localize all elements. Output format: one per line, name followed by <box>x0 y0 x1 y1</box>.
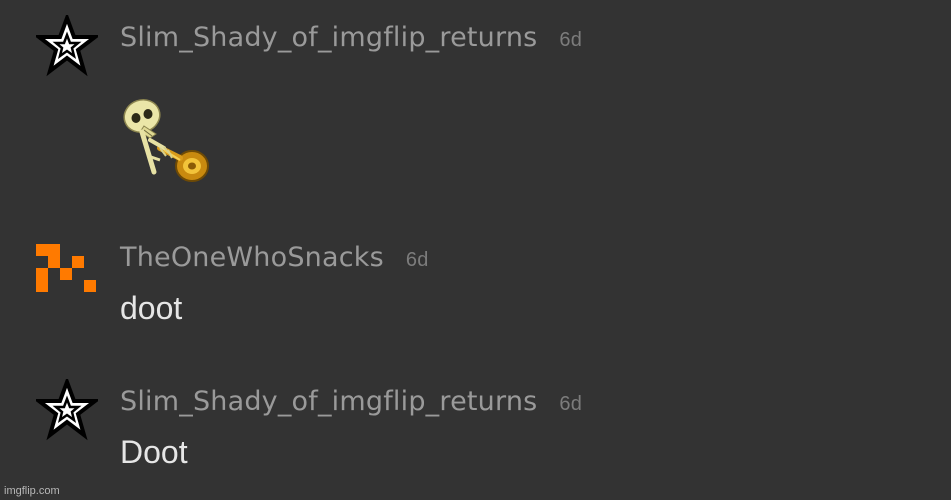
comment-timestamp: 6d <box>559 29 583 51</box>
doot-skeleton-trumpet-icon <box>120 90 220 190</box>
comment-text: Doot <box>120 434 188 470</box>
star-icon[interactable] <box>33 12 101 77</box>
watermark: imgflip.com <box>4 485 60 497</box>
comment-timestamp: 6d <box>405 249 429 271</box>
username-text[interactable]: Slim_Shady_of_imgflip_returns <box>120 22 537 53</box>
comment-timestamp: 6d <box>559 393 583 415</box>
username-text[interactable]: Slim_Shady_of_imgflip_returns <box>120 386 537 417</box>
comment-username[interactable]: TheOneWhoSnacks 6d <box>120 242 429 273</box>
comment-username[interactable]: Slim_Shady_of_imgflip_returns 6d <box>120 386 582 417</box>
comment-username[interactable]: Slim_Shady_of_imgflip_returns 6d <box>120 22 582 53</box>
username-text[interactable]: TheOneWhoSnacks <box>120 242 384 273</box>
star-icon[interactable] <box>33 376 101 441</box>
comment-text: doot <box>120 290 183 326</box>
orange-pixel-arrow-icon[interactable] <box>36 244 98 306</box>
